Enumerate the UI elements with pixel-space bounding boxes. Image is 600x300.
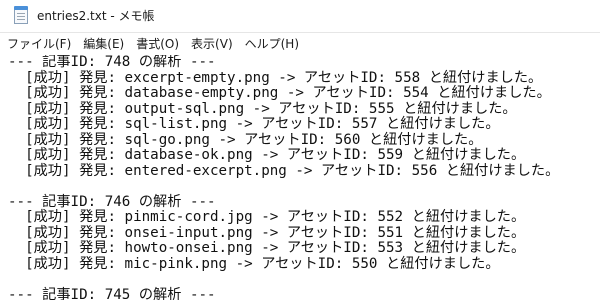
editor-content[interactable]: --- 記事ID: 748 の解析 --- [成功] 発見: excerpt-e…: [0, 55, 600, 300]
menu-file[interactable]: ファイル(F): [0, 33, 77, 55]
text-line: [成功] 発見: mic-pink.png -> アセットID: 550 と紐付…: [8, 255, 500, 272]
text-line: [成功] 発見: onsei-input.png -> アセットID: 551 …: [8, 224, 526, 241]
text-line: [成功] 発見: excerpt-empty.png -> アセットID: 55…: [8, 69, 543, 86]
menu-edit[interactable]: 編集(E): [77, 33, 130, 55]
menu-help[interactable]: ヘルプ(H): [239, 33, 305, 55]
text-line: [成功] 発見: pinmic-cord.jpg -> アセットID: 552 …: [8, 209, 526, 225]
notepad-window: entries2.txt - メモ帳 ファイル(F) 編集(E) 書式(O) 表…: [0, 0, 600, 300]
title-bar[interactable]: entries2.txt - メモ帳: [0, 0, 600, 33]
text-line: --- 記事ID: 745 の解析 ---: [8, 286, 216, 300]
notepad-icon: [14, 6, 28, 24]
text-editor[interactable]: --- 記事ID: 748 の解析 --- [成功] 発見: excerpt-e…: [0, 55, 600, 300]
menu-format[interactable]: 書式(O): [130, 33, 185, 55]
menu-view[interactable]: 表示(V): [185, 33, 239, 55]
text-line: [成功] 発見: howto-onsei.png -> アセットID: 553 …: [8, 240, 526, 256]
text-line: [成功] 発見: database-empty.png -> アセットID: 5…: [8, 85, 551, 101]
text-line: --- 記事ID: 746 の解析 ---: [8, 193, 216, 210]
text-line: [成功] 発見: sql-go.png -> アセットID: 560 と紐付けま…: [8, 131, 483, 148]
text-line: [成功] 発見: entered-excerpt.png -> アセットID: …: [8, 162, 560, 179]
text-line: [8, 179, 600, 195]
menu-bar: ファイル(F) 編集(E) 書式(O) 表示(V) ヘルプ(H): [0, 33, 600, 55]
text-line: --- 記事ID: 748 の解析 ---: [8, 55, 216, 70]
text-line: [成功] 発見: sql-list.png -> アセットID: 557 と紐付…: [8, 116, 500, 132]
text-line: [成功] 発見: database-ok.png -> アセットID: 559 …: [8, 147, 526, 163]
text-line: [成功] 発見: output-sql.png -> アセットID: 555 と…: [8, 100, 517, 117]
window-title: entries2.txt - メモ帳: [37, 9, 155, 23]
text-line: [8, 272, 600, 288]
